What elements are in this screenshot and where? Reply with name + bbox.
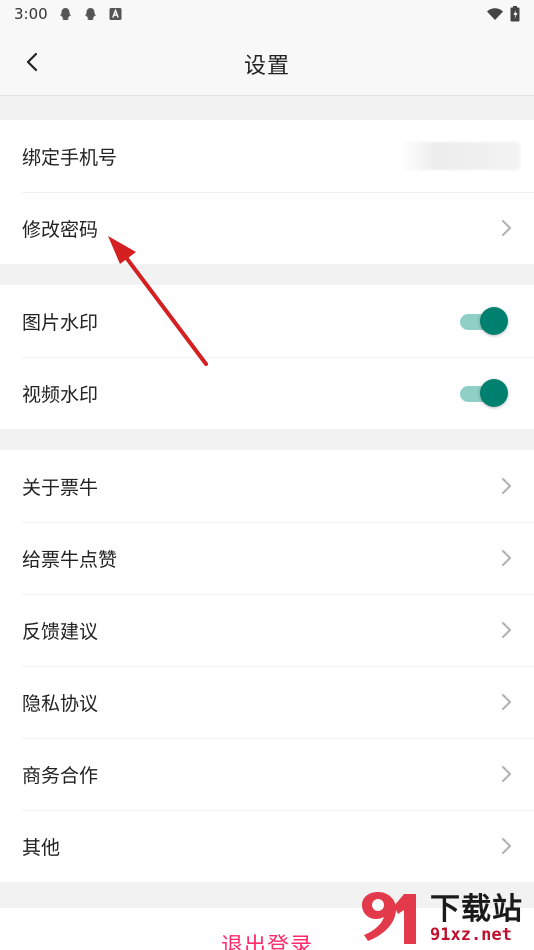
feedback-label: 反馈建议: [22, 620, 99, 643]
chevron-right-icon: [501, 219, 512, 237]
status-time: 3:00: [14, 5, 48, 23]
account-group: 绑定手机号 修改密码: [0, 120, 534, 264]
watermark-en: 91xz.net: [430, 924, 512, 945]
chevron-right-icon: [501, 693, 512, 711]
status-right: [486, 6, 520, 22]
image-watermark-row: 图片水印: [0, 285, 534, 357]
chevron-right-icon: [501, 765, 512, 783]
privacy-row[interactable]: 隐私协议: [0, 666, 534, 738]
rate-app-row[interactable]: 给票牛点赞: [0, 522, 534, 594]
phone-number-value: [400, 142, 520, 170]
qq-icon: [84, 8, 96, 20]
image-watermark-label: 图片水印: [22, 311, 99, 334]
app-header: 设置: [0, 28, 534, 96]
bind-phone-label: 绑定手机号: [22, 146, 118, 169]
other-row[interactable]: 其他: [0, 810, 534, 882]
watermark-text: 下载站 91xz.net: [430, 891, 523, 945]
site-watermark: 下载站 91xz.net: [360, 888, 534, 950]
toggle-thumb: [480, 307, 508, 335]
page-title: 设置: [243, 54, 290, 79]
status-bar: 3:00: [0, 0, 534, 28]
chevron-right-icon: [501, 549, 512, 567]
bind-phone-row[interactable]: 绑定手机号: [0, 120, 534, 192]
logout-button[interactable]: 退出登录: [221, 928, 313, 950]
misc-group: 关于票牛 给票牛点赞 反馈建议 隐私协议 商务合作 其他: [0, 450, 534, 882]
change-password-row[interactable]: 修改密码: [0, 192, 534, 264]
wifi-icon: [487, 8, 503, 20]
video-watermark-toggle[interactable]: [458, 378, 508, 408]
toggle-thumb: [480, 379, 508, 407]
qq-icon: [59, 8, 71, 20]
video-watermark-label: 视频水印: [22, 383, 99, 406]
feedback-row[interactable]: 反馈建议: [0, 594, 534, 666]
change-password-label: 修改密码: [22, 218, 99, 241]
privacy-label: 隐私协议: [22, 692, 99, 715]
video-watermark-row: 视频水印: [0, 357, 534, 429]
a-badge-icon: [109, 8, 122, 20]
business-label: 商务合作: [22, 764, 99, 787]
about-row[interactable]: 关于票牛: [0, 450, 534, 522]
business-row[interactable]: 商务合作: [0, 738, 534, 810]
chevron-right-icon: [501, 477, 512, 495]
other-label: 其他: [22, 836, 61, 859]
image-watermark-toggle[interactable]: [458, 306, 508, 336]
chevron-right-icon: [501, 621, 512, 639]
watermark-group: 图片水印 视频水印: [0, 285, 534, 429]
watermark-cn: 下载站: [430, 891, 523, 927]
battery-icon: [510, 6, 520, 22]
about-label: 关于票牛: [22, 476, 99, 499]
rate-app-label: 给票牛点赞: [22, 548, 118, 571]
watermark-logo-icon: [362, 892, 416, 944]
chevron-right-icon: [501, 837, 512, 855]
